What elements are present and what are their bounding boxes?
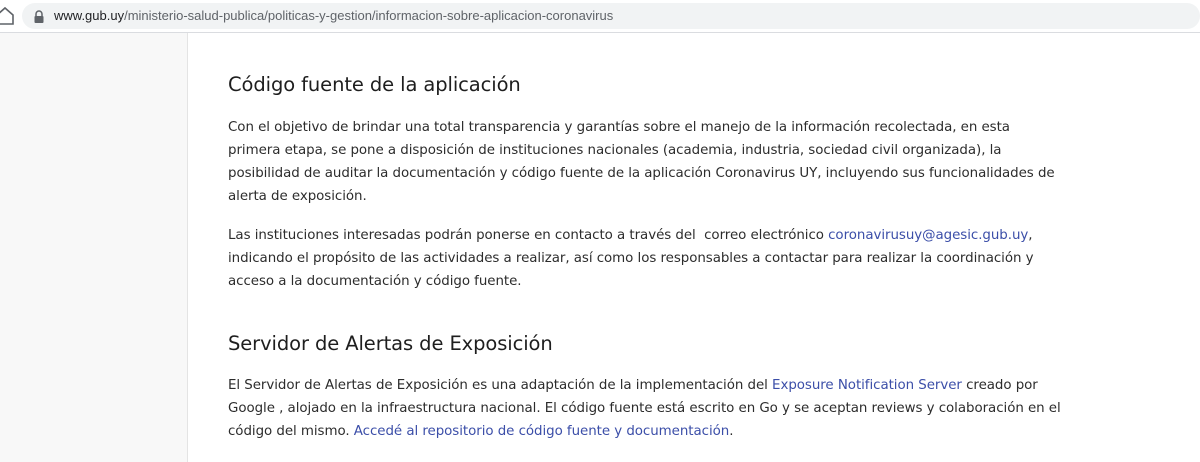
repository-link[interactable]: Accedé al repositorio de código fuente y… (354, 424, 729, 439)
text-line: acceso a la documentación y código fuent… (228, 274, 522, 289)
browser-address-bar: www.gub.uy/ministerio-salud-publica/poli… (0, 0, 1200, 33)
email-link[interactable]: coronavirusuy@agesic.gub.uy (828, 228, 1028, 243)
lock-icon[interactable] (33, 9, 45, 23)
text-line: Google , alojado en la infraestructura n… (228, 401, 1061, 416)
url-text[interactable]: www.gub.uy/ministerio-salud-publica/poli… (54, 8, 613, 24)
text-punct: . (729, 424, 734, 439)
text-line: indicando el propósito de las actividade… (228, 251, 1034, 266)
url-field[interactable]: www.gub.uy/ministerio-salud-publica/poli… (22, 3, 1200, 29)
text-line: alerta de exposición. (228, 189, 367, 204)
section-title-source-code: Código fuente de la aplicación (228, 73, 521, 96)
text-line: posibilidad de auditar la documentación … (228, 166, 1055, 181)
url-host: www.gub.uy (54, 8, 125, 23)
text-punct: , (1028, 228, 1033, 243)
text-line: código del mismo. (228, 424, 354, 439)
contact-paragraph: Las instituciones interesadas podrán pon… (228, 224, 1088, 293)
text-line: creado por (961, 378, 1038, 393)
exposure-notification-server-link[interactable]: Exposure Notification Server (772, 378, 962, 393)
text-line: Con el objetivo de brindar una total tra… (228, 120, 1010, 135)
section-title-exposure-server: Servidor de Alertas de Exposición (228, 332, 553, 355)
left-gutter (0, 33, 188, 462)
exposure-server-paragraph: El Servidor de Alertas de Exposición es … (228, 374, 1088, 443)
source-code-paragraph: Con el objetivo de brindar una total tra… (228, 116, 1088, 208)
text-line: Las instituciones interesadas podrán pon… (228, 228, 829, 243)
home-icon[interactable] (0, 6, 14, 26)
text-line: primera etapa, se pone a disposición de … (228, 143, 1002, 158)
text-line: El Servidor de Alertas de Exposición es … (228, 378, 773, 393)
url-path: /ministerio-salud-publica/politicas-y-ge… (124, 8, 614, 23)
